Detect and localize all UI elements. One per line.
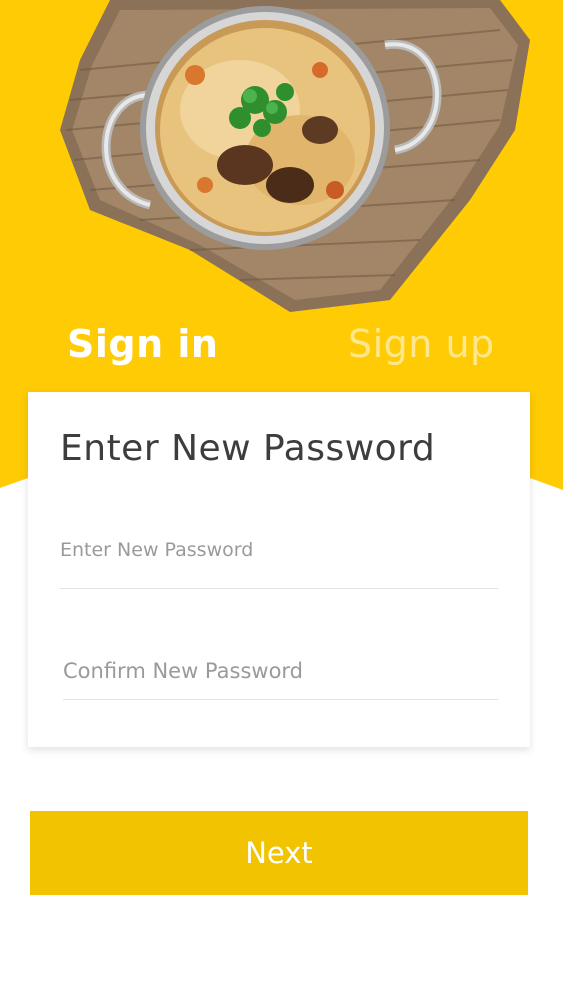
card-title: Enter New Password [60,428,436,469]
confirm-password-field[interactable] [63,642,498,700]
tab-sign-in[interactable]: Sign in [67,322,218,366]
auth-tabs: Sign in Sign up [0,322,563,382]
new-password-card: Enter New Password [28,392,530,747]
new-password-field[interactable] [60,529,498,589]
next-button[interactable]: Next [30,811,528,895]
tab-sign-up[interactable]: Sign up [348,322,495,366]
